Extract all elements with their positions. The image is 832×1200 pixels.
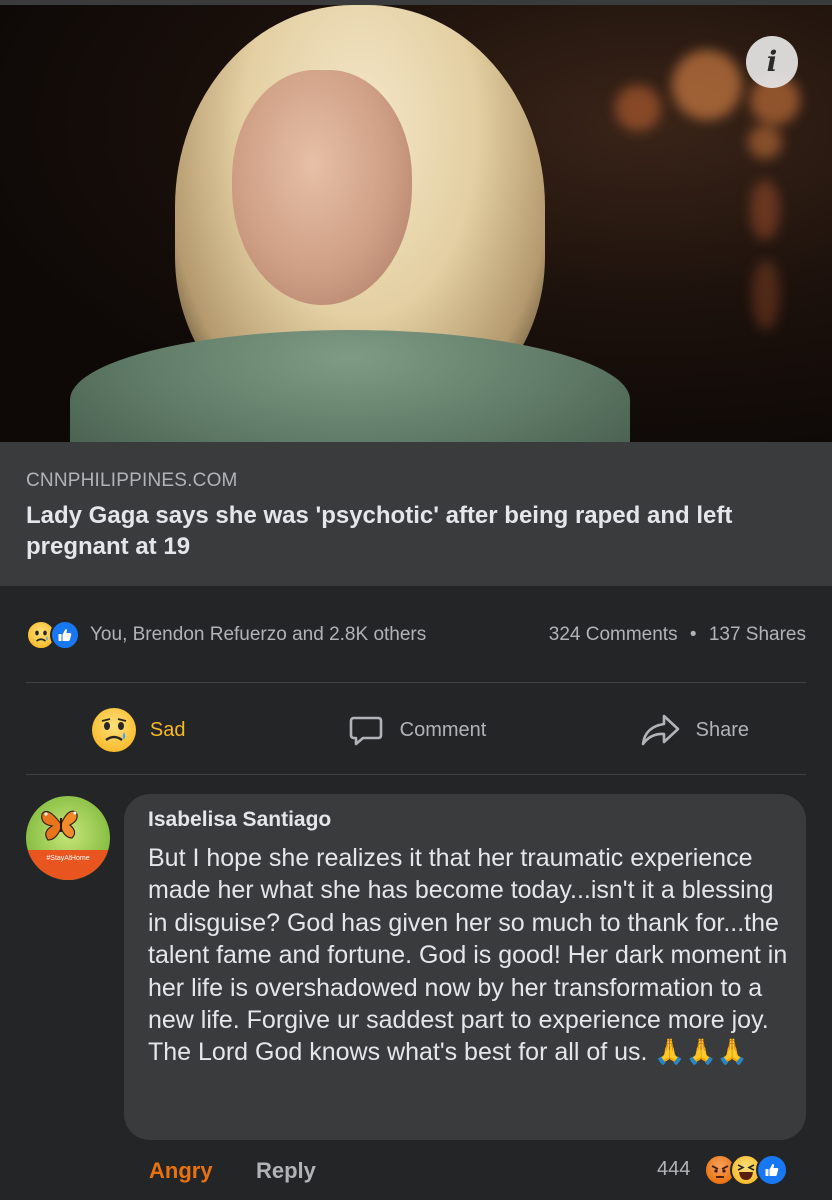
comment-text: But I hope she realizes it that her trau… xyxy=(148,842,788,1069)
share-label: Share xyxy=(696,719,749,742)
action-bar: Sad Comment Share xyxy=(0,690,832,770)
divider xyxy=(26,774,806,775)
shares-count[interactable]: 137 Shares xyxy=(709,624,806,645)
sad-label: Sad xyxy=(150,719,186,742)
status-strip xyxy=(0,0,832,5)
bokeh-light xyxy=(748,125,782,159)
link-preview[interactable]: CNNPHILIPPINES.COM Lady Gaga says she wa… xyxy=(0,442,832,586)
reactions-summary[interactable]: You, Brendon Refuerzo and 2.8K others xyxy=(26,620,426,650)
article-image[interactable]: i xyxy=(0,0,832,442)
bokeh-light xyxy=(672,50,742,120)
info-icon[interactable]: i xyxy=(746,36,798,88)
comment-footer: Angry Reply 444 xyxy=(0,1150,832,1194)
comment-reactions[interactable] xyxy=(704,1154,788,1186)
engagement-counts: 324 Comments • 137 Shares xyxy=(549,624,806,646)
photo-subject-face xyxy=(232,70,412,305)
comments-count[interactable]: 324 Comments xyxy=(549,624,678,645)
butterfly-icon xyxy=(38,804,84,844)
comment-author[interactable]: Isabelisa Santiago xyxy=(148,808,782,832)
bokeh-light xyxy=(752,260,780,330)
sad-reaction-button[interactable]: Sad xyxy=(0,690,277,770)
like-icon xyxy=(756,1154,788,1186)
bokeh-light xyxy=(615,85,661,131)
divider xyxy=(26,682,806,683)
comment-button[interactable]: Comment xyxy=(277,690,554,770)
post-stats: You, Brendon Refuerzo and 2.8K others 32… xyxy=(0,606,832,662)
comment-angry-reaction-button[interactable]: Angry xyxy=(149,1158,213,1184)
comment-label: Comment xyxy=(400,719,487,742)
share-icon xyxy=(638,710,682,750)
photo-subject-sweater xyxy=(70,330,630,442)
like-icon xyxy=(50,620,80,650)
reply-button[interactable]: Reply xyxy=(256,1158,316,1184)
comment-bubble[interactable]: Isabelisa Santiago But I hope she realiz… xyxy=(124,794,806,1140)
comment-icon xyxy=(346,710,386,750)
share-button[interactable]: Share xyxy=(555,690,832,770)
link-title: Lady Gaga says she was 'psychotic' after… xyxy=(26,500,806,562)
bokeh-light xyxy=(750,180,780,240)
sad-icon xyxy=(92,708,136,752)
link-domain: CNNPHILIPPINES.COM xyxy=(26,470,806,492)
reactions-summary-text: You, Brendon Refuerzo and 2.8K others xyxy=(90,624,426,646)
avatar-caption: #StayAtHome xyxy=(26,850,110,880)
avatar[interactable]: #StayAtHome xyxy=(26,796,110,880)
comment-reaction-count: 444 xyxy=(657,1158,690,1181)
count-separator: • xyxy=(690,624,697,645)
